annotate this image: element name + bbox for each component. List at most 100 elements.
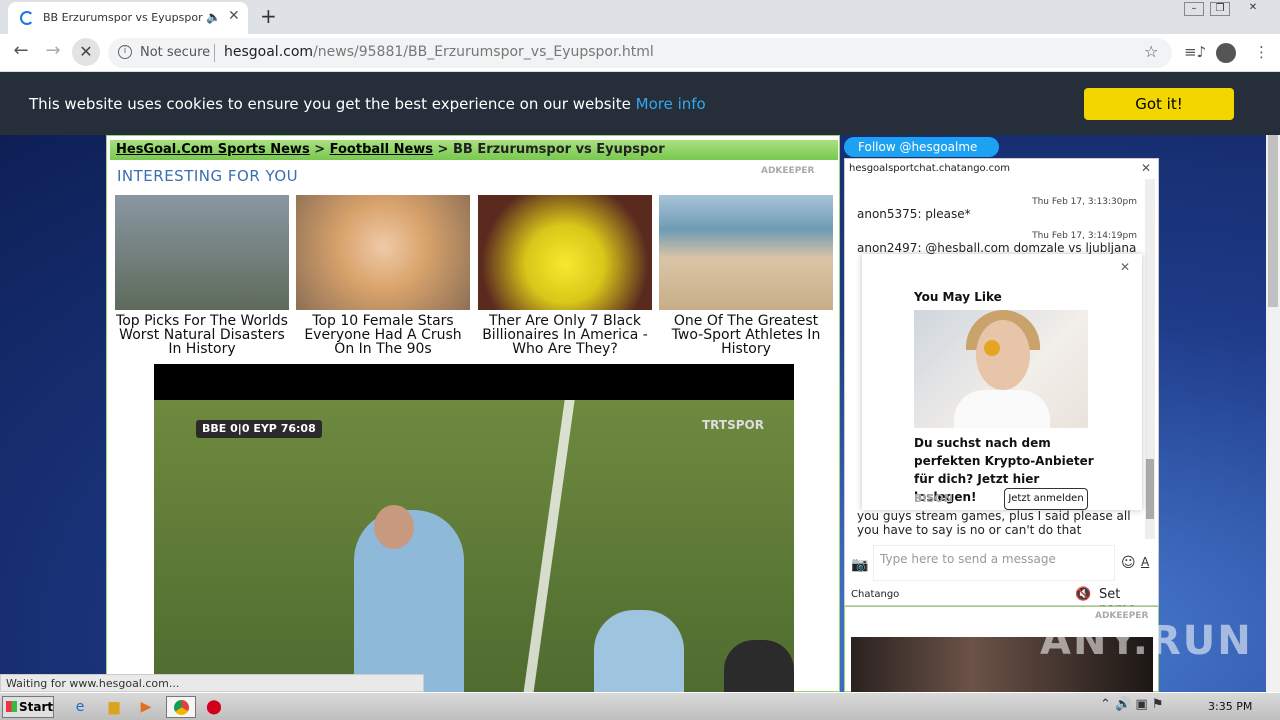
page-scrollbar[interactable] (1266, 72, 1280, 692)
popup-heading: You May Like (914, 290, 1002, 304)
more-info-link[interactable]: More info (636, 95, 706, 113)
cookie-banner: This website uses cookies to ensure you … (0, 72, 1280, 135)
twitter-follow-button[interactable]: Follow @hesgoalme (844, 137, 999, 157)
ad-popup: ✕ You May Like Du suchst nach dem perfek… (862, 254, 1142, 510)
chat-scrollbar-thumb[interactable] (1146, 459, 1154, 519)
new-tab-button[interactable]: + (260, 4, 277, 28)
away-score: 0 (241, 422, 250, 435)
popup-ad-image[interactable] (914, 310, 1088, 428)
chat-message-input[interactable]: Type here to send a message (873, 545, 1115, 581)
signup-button[interactable]: Jetzt anmelden (1004, 488, 1088, 510)
popup-close-icon[interactable]: ✕ (1120, 260, 1130, 274)
divider (214, 44, 215, 62)
loading-spinner-icon (20, 11, 34, 25)
home-score: 0 (230, 422, 238, 435)
breadcrumb: HesGoal.Com Sports News > Football News … (110, 140, 838, 160)
advertiser-name: BISON (914, 492, 953, 505)
menu-dots-icon[interactable]: ⋮ (1254, 43, 1269, 61)
chat-message: Thu Feb 17, 3:13:30pm anon5375: please* (857, 197, 1137, 221)
chat-scrollbar[interactable] (1145, 179, 1155, 539)
recommended-card[interactable]: One Of The Greatest Two-Sport Athletes I… (659, 195, 833, 356)
stop-loading-button[interactable]: ✕ (72, 38, 100, 66)
card-image[interactable] (296, 195, 470, 310)
breadcrumb-current: BB Erzurumspor vs Eyupspor (452, 142, 665, 157)
system-tray[interactable]: ⌃ 🔊 ▣ ⚑ (1100, 697, 1163, 712)
url-text[interactable]: hesgoal.com/news/95881/BB_Erzurumspor_vs… (224, 44, 654, 60)
video-frame[interactable]: BBE 0|0 EYP 76:08 TRTSPOR (154, 400, 794, 694)
chatango-brand[interactable]: Chatango (851, 589, 899, 600)
chrome-icon (174, 700, 189, 715)
browser-toolbar: ← → ✕ i Not secure hesgoal.com/news/9588… (0, 34, 1280, 72)
chrome-taskbar-button[interactable] (166, 696, 196, 718)
cookie-accept-button[interactable]: Got it! (1084, 88, 1234, 120)
back-button[interactable]: ← (8, 40, 34, 61)
tab-strip: BB Erzurumspor vs Eyupspor - H 🔈 ✕ + – ❐… (0, 0, 1280, 34)
main-content: HesGoal.Com Sports News > Football News … (106, 135, 840, 694)
tray-arrow-icon[interactable]: ⌃ (1100, 697, 1111, 712)
match-clock: 76:08 (280, 422, 316, 435)
folder-icon[interactable]: ▆ (102, 697, 126, 717)
media-player-icon[interactable]: ▶ (134, 697, 158, 717)
player-figure (594, 610, 684, 694)
media-controls-icon[interactable]: ≡♪ (1184, 43, 1206, 61)
cookie-message-text: This website uses cookies to ensure you … (29, 95, 631, 113)
forward-button[interactable]: → (40, 40, 66, 61)
message-text: you guys stream games, plus I said pleas… (857, 509, 1131, 537)
chat-header: hesgoalsportchat.chatango.com (849, 163, 1011, 174)
start-label: Start (19, 700, 54, 714)
home-team: BBE (202, 422, 227, 435)
profile-avatar-icon[interactable] (1216, 43, 1236, 63)
antivirus-icon[interactable]: ⬤ (202, 697, 226, 717)
action-center-flag-icon[interactable]: ⚑ (1152, 697, 1164, 712)
score-bug: BBE 0|0 EYP 76:08 (196, 420, 322, 438)
breadcrumb-separator: > (433, 142, 453, 157)
player-head (374, 505, 414, 549)
shoulders (954, 390, 1050, 428)
emoji-icon[interactable]: ☺ (1121, 555, 1136, 571)
away-team: EYP (253, 422, 277, 435)
browser-tab[interactable]: BB Erzurumspor vs Eyupspor - H 🔈 ✕ (8, 2, 248, 34)
close-window-button[interactable]: ✕ (1236, 2, 1270, 16)
breadcrumb-home-link[interactable]: HesGoal.Com Sports News (116, 142, 310, 157)
card-caption[interactable]: Top 10 Female Stars Everyone Had A Crush… (296, 314, 470, 356)
info-icon[interactable]: i (118, 45, 132, 59)
mute-icon[interactable]: 🔇 (1075, 587, 1091, 602)
minimize-button[interactable]: – (1184, 2, 1204, 16)
taskbar-clock[interactable]: 3:35 PM (1208, 700, 1252, 713)
card-caption[interactable]: Ther Are Only 7 Black Billionaires In Am… (478, 314, 652, 356)
breadcrumb-section-link[interactable]: Football News (330, 142, 433, 157)
status-bubble: Waiting for www.hesgoal.com... (0, 674, 424, 692)
windows-taskbar: Start e ▆ ▶ ⬤ ⌃ 🔊 ▣ ⚑ 3:35 PM (0, 692, 1280, 720)
recommended-card[interactable]: Top Picks For The Worlds Worst Natural D… (115, 195, 289, 356)
bitcoin-coin-icon (984, 340, 1000, 356)
recommended-card[interactable]: Top 10 Female Stars Everyone Had A Crush… (296, 195, 470, 356)
security-label[interactable]: Not secure (140, 45, 210, 60)
network-icon[interactable]: ▣ (1135, 697, 1147, 712)
speaker-icon[interactable]: 🔈 (206, 10, 221, 24)
card-caption[interactable]: One Of The Greatest Two-Sport Athletes I… (659, 314, 833, 356)
start-button[interactable]: Start (2, 696, 54, 718)
text-format-icon[interactable]: A (1141, 555, 1149, 569)
card-image[interactable] (478, 195, 652, 310)
pitch-line (523, 400, 575, 694)
adkeeper-badge: ADKEEPER (761, 166, 815, 176)
card-image[interactable] (115, 195, 289, 310)
chat-message: Thu Feb 17, 3:14:19pm anon2497: @hesball… (857, 231, 1137, 255)
bookmark-star-icon[interactable]: ☆ (1144, 42, 1158, 61)
chat-message: you guys stream games, plus I said pleas… (857, 509, 1137, 537)
camera-icon[interactable]: 📷 (851, 557, 868, 573)
ie-icon[interactable]: e (68, 697, 92, 717)
close-tab-icon[interactable]: ✕ (228, 8, 240, 24)
message-text: anon2497: @hesball.com domzale vs ljublj… (857, 241, 1137, 255)
tab-title: BB Erzurumspor vs Eyupspor - H (43, 11, 203, 24)
windows-logo-icon (6, 701, 17, 712)
address-bar[interactable]: i Not secure hesgoal.com/news/95881/BB_E… (108, 38, 1172, 68)
restore-button[interactable]: ❐ (1210, 2, 1230, 16)
chat-close-icon[interactable]: ✕ (1141, 161, 1151, 175)
volume-icon[interactable]: 🔊 (1115, 697, 1131, 712)
card-image[interactable] (659, 195, 833, 310)
breadcrumb-separator: > (309, 142, 330, 157)
video-player[interactable]: BBE 0|0 EYP 76:08 TRTSPOR (154, 364, 794, 694)
card-caption[interactable]: Top Picks For The Worlds Worst Natural D… (115, 314, 289, 356)
recommended-card[interactable]: Ther Are Only 7 Black Billionaires In Am… (478, 195, 652, 356)
